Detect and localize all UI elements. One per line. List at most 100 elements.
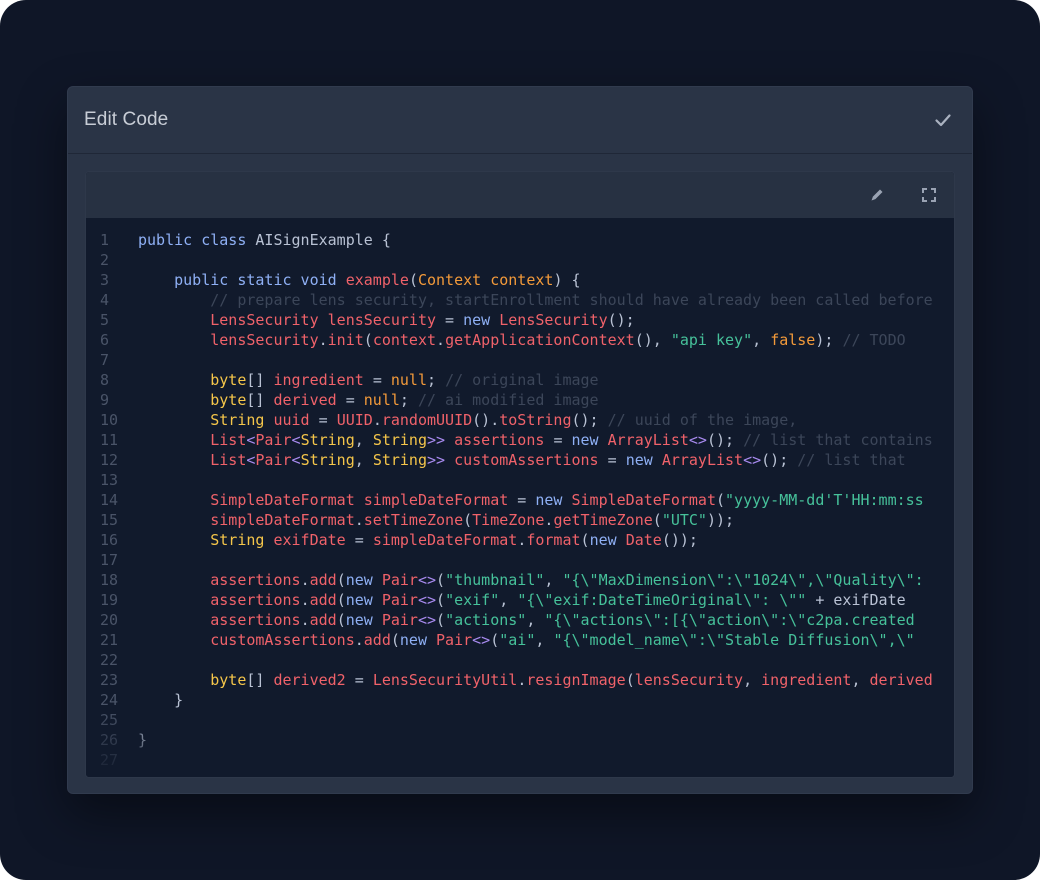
code-token: = <box>354 531 373 549</box>
code-token: , <box>851 671 870 689</box>
line-content: lensSecurity.init(context.getApplication… <box>138 330 905 350</box>
code-token: "api key" <box>670 331 753 349</box>
line-content: String exifDate = simpleDateFormat.forma… <box>138 530 698 550</box>
code-token: , <box>354 431 373 449</box>
app-background: Edit Code 1 public class AISignExample {… <box>0 0 1040 880</box>
line-content: assertions.add(new Pair<>("thumbnail", "… <box>138 570 924 590</box>
code-token: // ai modified image <box>417 391 599 409</box>
code-token: "{\"exif:DateTimeOriginal\": \"" <box>517 591 807 609</box>
confirm-button[interactable] <box>926 103 960 137</box>
code-token: = <box>372 371 391 389</box>
code-line: 21 customAssertions.add(new Pair<>("ai",… <box>86 630 954 650</box>
code-token: assertions <box>138 611 301 629</box>
code-token: Context context <box>417 271 554 289</box>
code-line: 8 byte[] ingredient = null; // original … <box>86 370 954 390</box>
code-line: 20 assertions.add(new Pair<>("actions", … <box>86 610 954 630</box>
code-token: Pair <box>381 591 418 609</box>
line-number: 20 <box>100 611 119 629</box>
code-token: new <box>463 311 500 329</box>
code-line: 3 public static void example(Context con… <box>86 270 954 290</box>
code-line: 6 lensSecurity.init(context.getApplicati… <box>86 330 954 350</box>
code-token: add <box>309 611 337 629</box>
line-content: public class AISignExample { <box>138 230 391 250</box>
code-token: <> <box>688 431 707 449</box>
code-line: 18 assertions.add(new Pair<>("thumbnail"… <box>86 570 954 590</box>
code-token: ArrayList <box>661 451 744 469</box>
code-token: LensSecurityUtil <box>372 671 518 689</box>
line-content: } <box>138 730 147 750</box>
code-token: new <box>535 491 572 509</box>
code-token: "exif" <box>445 591 500 609</box>
code-token: example <box>345 271 409 289</box>
code-token: (); <box>761 451 798 469</box>
code-token: context <box>372 331 437 349</box>
code-token: lensSecurity <box>138 331 319 349</box>
code-token: ( <box>580 531 590 549</box>
editor-toolbar <box>86 172 954 218</box>
code-token: getTimeZone <box>553 511 653 529</box>
code-token: String <box>300 431 355 449</box>
code-token: Pair <box>436 631 473 649</box>
code-token: , <box>499 591 518 609</box>
code-token: ( <box>436 611 446 629</box>
code-line: 4 // prepare lens security, startEnrollm… <box>86 290 954 310</box>
code-token: Pair <box>381 571 418 589</box>
line-content: List<Pair<String, String>> customAsserti… <box>138 450 905 470</box>
code-token: String <box>372 451 427 469</box>
code-token: derived <box>869 671 933 689</box>
code-token: ingredient <box>761 671 852 689</box>
line-content: public static void example(Context conte… <box>138 270 580 290</box>
code-token: )); <box>706 511 735 529</box>
code-token: ); <box>815 331 843 349</box>
code-token: new <box>399 631 437 649</box>
code-area[interactable]: 1 public class AISignExample {2 3 public s… <box>86 218 954 777</box>
code-token: = <box>607 451 626 469</box>
line-content: } <box>138 690 183 710</box>
code-token: SimpleDateFormat simpleDateFormat <box>138 491 518 509</box>
code-token: ()); <box>661 531 698 549</box>
code-token: SimpleDateFormat <box>571 491 716 509</box>
line-number: 22 <box>100 651 119 669</box>
code-token: customAssertions <box>445 451 608 469</box>
code-token: . <box>318 331 328 349</box>
code-token: = <box>553 431 572 449</box>
line-content: // prepare lens security, startEnrollmen… <box>138 290 932 310</box>
code-line: 5 LensSecurity lensSecurity = new LensSe… <box>86 310 954 330</box>
code-token: assertions <box>138 571 301 589</box>
line-number: 4 <box>100 291 110 309</box>
fullscreen-button[interactable] <box>916 182 942 208</box>
edit-button[interactable] <box>864 182 890 208</box>
code-token: . <box>517 531 527 549</box>
code-token: ( <box>336 611 346 629</box>
code-line: 24 } <box>86 690 954 710</box>
line-number: 1 <box>100 231 110 249</box>
code-line: 15 simpleDateFormat.setTimeZone(TimeZone… <box>86 510 954 530</box>
code-line: 14 SimpleDateFormat simpleDateFormat = n… <box>86 490 954 510</box>
code-token: String <box>138 531 274 549</box>
code-token: >> <box>427 451 446 469</box>
code-token: . <box>300 571 310 589</box>
line-content: simpleDateFormat.setTimeZone(TimeZone.ge… <box>138 510 734 530</box>
code-token: "{\"MaxDimension\":\"1024\",\"Quality\": <box>562 571 924 589</box>
code-line: 1 public class AISignExample { <box>86 230 954 250</box>
line-content: SimpleDateFormat simpleDateFormat = new … <box>138 490 923 510</box>
code-token: [] <box>246 391 274 409</box>
code-token: . <box>517 671 527 689</box>
line-content: byte[] derived = null; // ai modified im… <box>138 390 599 410</box>
line-number: 21 <box>100 631 119 649</box>
code-token: ( <box>408 271 418 289</box>
code-token: "thumbnail" <box>445 571 545 589</box>
code-token: byte <box>138 671 247 689</box>
code-token: TimeZone <box>472 511 545 529</box>
code-token: ArrayList <box>607 431 689 449</box>
code-token: new <box>345 591 382 609</box>
code-line: 25 <box>86 710 954 730</box>
code-token: assertions <box>138 591 301 609</box>
line-number: 24 <box>100 691 119 709</box>
code-editor: 1 public class AISignExample {2 3 public s… <box>85 171 955 778</box>
code-token: new <box>345 571 382 589</box>
edit-code-modal: Edit Code 1 public class AISignExample {… <box>67 86 973 794</box>
line-number: 13 <box>100 471 119 489</box>
line-content: customAssertions.add(new Pair<>("ai", "{… <box>138 630 914 650</box>
code-token: (). <box>472 411 500 429</box>
